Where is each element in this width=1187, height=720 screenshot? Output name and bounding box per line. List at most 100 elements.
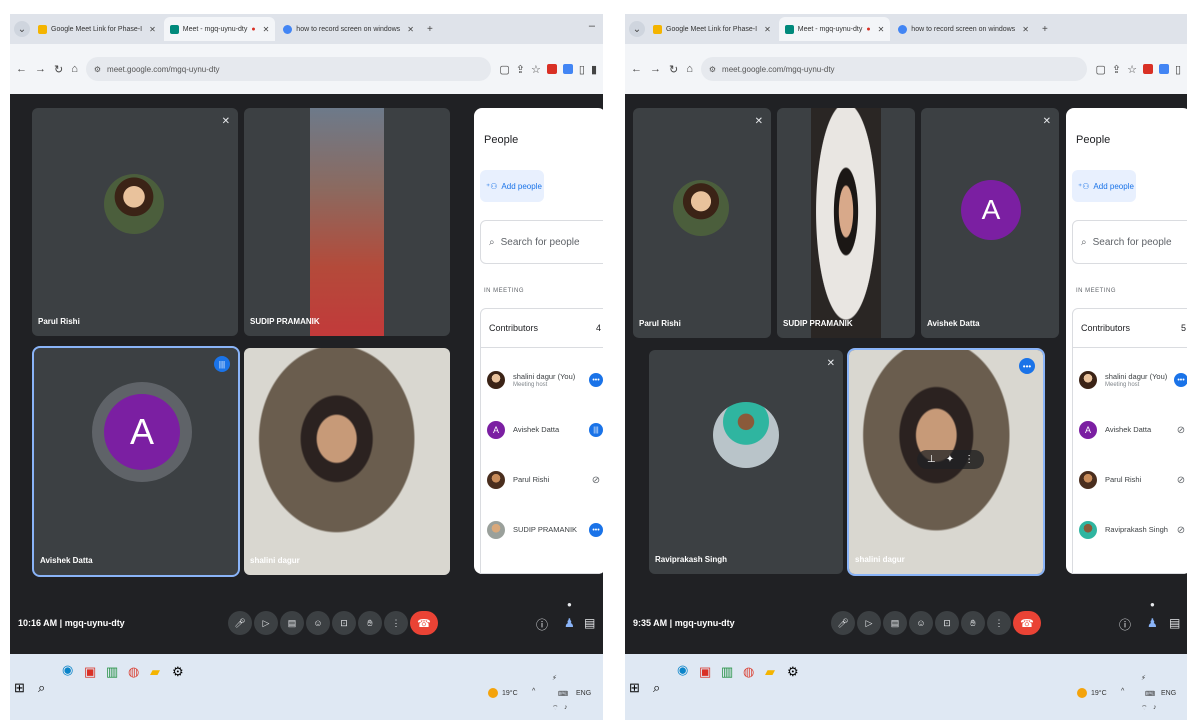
site-info-icon[interactable]: ⚙ (94, 65, 101, 74)
browser-tab-1[interactable]: Google Meet Link for Phase-I ✕ (32, 17, 162, 41)
tab-search-icon[interactable]: ⌄ (629, 21, 645, 37)
chrome-icon[interactable]: ◍ (743, 664, 754, 680)
participant-tile[interactable]: ✕ A Avishek Datta (921, 108, 1059, 338)
volume-icon[interactable]: ♪ (1153, 704, 1157, 711)
file-explorer-icon[interactable]: ▰ (765, 664, 775, 680)
profile-icon[interactable]: ▮ (591, 63, 597, 76)
cast-icon[interactable]: ▢ (499, 63, 509, 76)
emoji-button[interactable]: ☺ (909, 611, 933, 635)
captions-button[interactable]: ▤ (280, 611, 304, 635)
home-icon[interactable]: ⌂ (71, 63, 78, 75)
chevron-up-icon[interactable]: ^ (532, 688, 535, 695)
more-options-icon[interactable]: ••• (1174, 373, 1187, 387)
close-icon[interactable]: ✕ (263, 25, 270, 34)
mic-off-icon[interactable]: ⊘ (589, 473, 603, 487)
captions-button[interactable]: ▤ (883, 611, 907, 635)
share-icon[interactable]: ⇪ (516, 63, 525, 76)
extension-icon[interactable] (1158, 64, 1169, 74)
keyboard-icon[interactable]: ⌨︎ (1145, 690, 1155, 698)
mic-off-icon[interactable]: ⊘ (1174, 473, 1187, 487)
close-icon[interactable]: ✕ (149, 25, 156, 34)
participant-tile[interactable]: SUDIP PRAMANIK (777, 108, 915, 338)
settings-icon[interactable]: ⚙ (172, 664, 184, 680)
list-item[interactable]: Raviprakash Singh ⊘ (1073, 506, 1187, 554)
list-item[interactable]: SUDIP PRAMANIK ••• (481, 506, 603, 554)
chat-icon[interactable]: ▤ (584, 616, 595, 630)
more-vert-icon[interactable]: ⋮ (964, 454, 974, 465)
people-icon[interactable]: ♟︎ (564, 616, 575, 630)
participant-tile[interactable]: ✕ Raviprakash Singh (649, 350, 843, 574)
star-icon[interactable]: ☆ (1127, 63, 1137, 76)
forward-icon[interactable]: → (35, 63, 46, 75)
end-call-button[interactable]: ☎︎ (1013, 611, 1041, 635)
mic-button[interactable]: 🎤︎ (228, 611, 252, 635)
edge-icon[interactable]: ◉ (677, 662, 688, 678)
list-item[interactable]: Parul Rishi ⊘ (1073, 456, 1187, 504)
minimize-icon[interactable]: – (589, 20, 595, 32)
reload-icon[interactable]: ↻ (669, 63, 678, 76)
search-icon[interactable]: ⌕ (653, 680, 660, 696)
contributors-header[interactable]: Contributors 5 (1072, 308, 1187, 348)
list-item[interactable]: A Avishek Datta ⊘ (1073, 406, 1187, 454)
effects-icon[interactable]: ✦ (946, 454, 954, 465)
browser-tab-1[interactable]: Google Meet Link for Phase-I ✕ (647, 17, 777, 41)
cast-icon[interactable]: ▢ (1095, 63, 1105, 76)
list-item[interactable]: A Avishek Datta ||| (481, 406, 603, 454)
url-field[interactable]: ⚙ meet.google.com/mgq-uynu-dty (85, 57, 492, 81)
participant-tile[interactable]: ||| A Avishek Datta (32, 346, 240, 577)
language-indicator[interactable]: ENG (576, 690, 591, 697)
close-icon[interactable]: ✕ (878, 25, 885, 34)
info-icon[interactable]: ⓘ (536, 616, 548, 633)
more-options-button[interactable]: ⋮ (987, 611, 1011, 635)
tab-search-icon[interactable]: ⌄ (14, 21, 30, 37)
url-field[interactable]: ⚙ meet.google.com/mgq-uynu-dty (700, 57, 1088, 81)
emoji-button[interactable]: ☺ (306, 611, 330, 635)
chrome-icon[interactable]: ◍ (128, 664, 139, 680)
star-icon[interactable]: ☆ (531, 63, 541, 76)
chevron-up-icon[interactable]: ^ (1121, 688, 1124, 695)
windows-start-icon[interactable]: ⊞ (629, 680, 640, 696)
camera-button[interactable]: ▷ (254, 611, 278, 635)
present-button[interactable]: ⊡ (332, 611, 356, 635)
info-icon[interactable]: ⓘ (1119, 616, 1131, 633)
mic-button[interactable]: 🎤︎ (831, 611, 855, 635)
more-options-icon[interactable]: ••• (589, 523, 603, 537)
close-icon[interactable]: ✕ (407, 25, 414, 34)
browser-tab-2[interactable]: Meet - mgq-uynu-dty ● ✕ (163, 17, 276, 41)
camera-button[interactable]: ▷ (857, 611, 881, 635)
list-item[interactable]: shalini dagur (You) Meeting host ••• (481, 356, 603, 404)
language-indicator[interactable]: ENG (1161, 690, 1176, 697)
participant-tile[interactable]: shalini dagur (244, 348, 450, 575)
participant-tile[interactable]: ✕ Parul Rishi (633, 108, 771, 338)
add-people-button[interactable]: ⁺⚇ Add people (480, 170, 544, 202)
add-people-button[interactable]: ⁺⚇ Add people (1072, 170, 1136, 202)
home-icon[interactable]: ⌂ (686, 63, 693, 75)
new-tab-button[interactable]: + (1037, 21, 1053, 37)
extension-icon[interactable] (562, 64, 573, 74)
mic-off-icon[interactable]: ⊘ (1174, 423, 1187, 437)
site-info-icon[interactable]: ⚙ (709, 65, 716, 74)
mail-icon[interactable]: ▣ (699, 664, 711, 680)
extension-icon[interactable] (546, 64, 557, 74)
raise-hand-button[interactable]: ✋︎ (961, 611, 985, 635)
browser-tab-3[interactable]: how to record screen on windows ✕ (277, 17, 420, 41)
mail-icon[interactable]: ▣ (84, 664, 96, 680)
close-icon[interactable]: ✕ (764, 25, 771, 34)
forward-icon[interactable]: → (650, 63, 661, 75)
search-icon[interactable]: ⌕ (38, 680, 45, 696)
close-icon[interactable]: ✕ (1022, 25, 1029, 34)
file-explorer-icon[interactable]: ▰ (150, 664, 160, 680)
mic-off-icon[interactable]: ⊘ (1174, 523, 1187, 537)
new-tab-button[interactable]: + (422, 21, 438, 37)
list-item[interactable]: shalini dagur (You) Meeting host ••• (1073, 356, 1187, 404)
present-button[interactable]: ⊡ (935, 611, 959, 635)
more-options-button[interactable]: ⋮ (384, 611, 408, 635)
more-options-icon[interactable]: ••• (589, 373, 603, 387)
people-search-input[interactable]: ⌕ Search for people (1072, 220, 1187, 264)
chat-icon[interactable]: ▤ (1169, 616, 1180, 630)
volume-icon[interactable]: ♪ (564, 704, 568, 711)
participant-tile[interactable]: SUDIP PRAMANIK (244, 108, 450, 336)
raise-hand-button[interactable]: ✋︎ (358, 611, 382, 635)
windows-start-icon[interactable]: ⊞ (14, 680, 25, 696)
keyboard-icon[interactable]: ⌨︎ (558, 690, 568, 698)
